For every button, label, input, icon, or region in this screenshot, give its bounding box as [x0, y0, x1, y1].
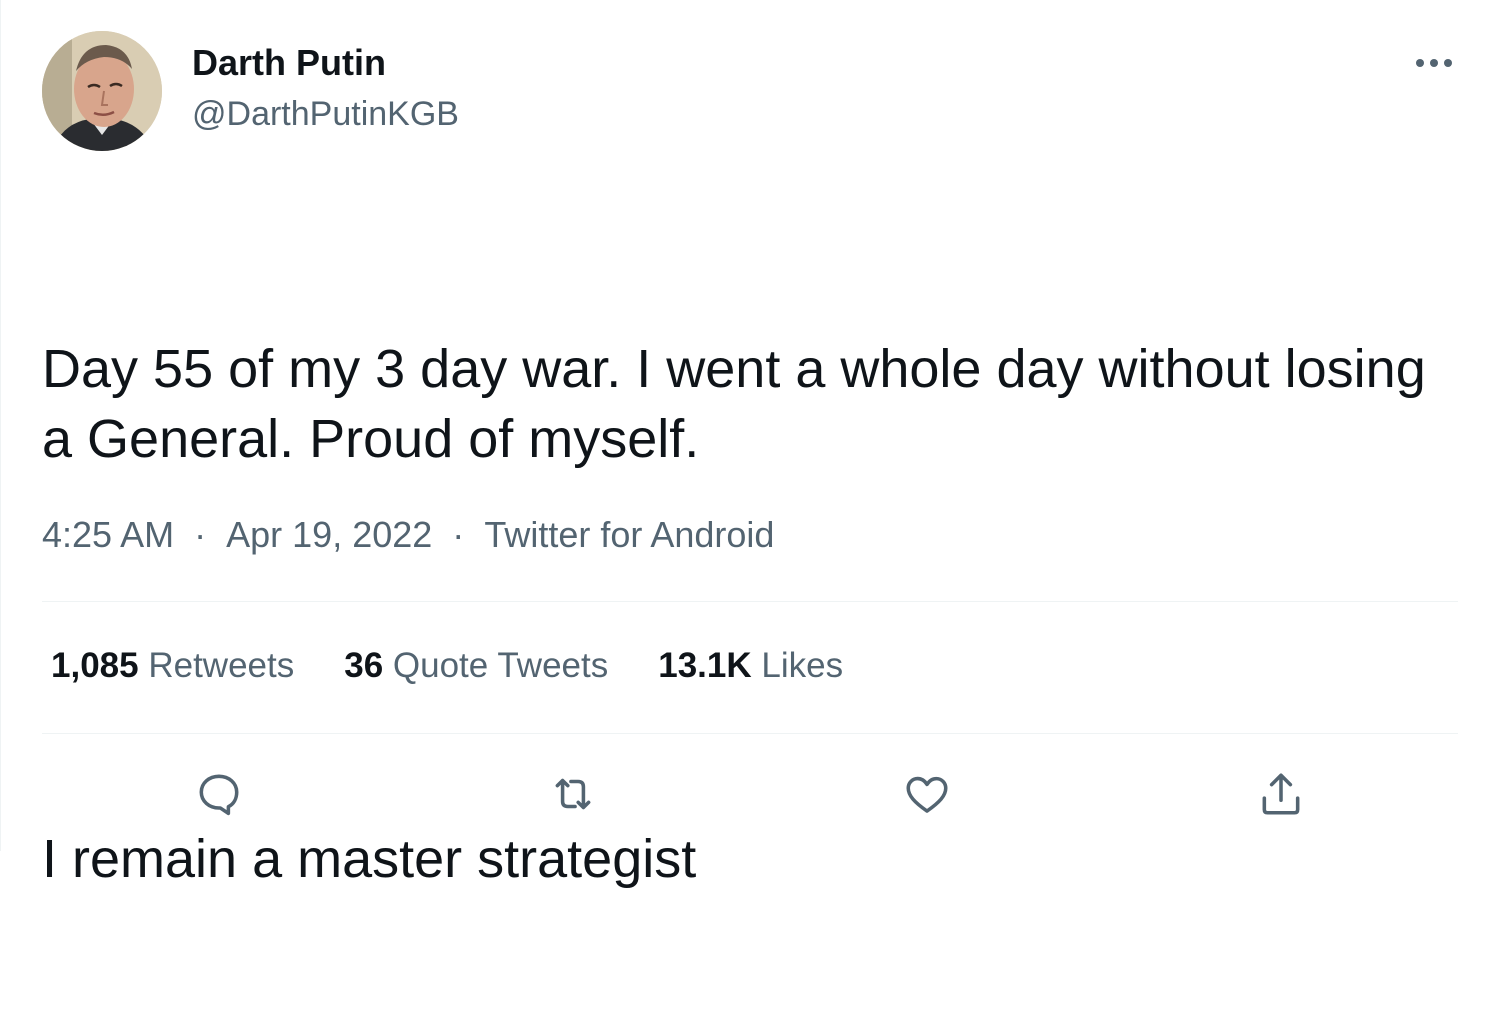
retweets-label: Retweets [148, 646, 295, 685]
divider [42, 601, 1458, 602]
tweet-metadata: 4:25 AM · Apr 19, 2022 · Twitter for And… [42, 514, 774, 556]
reply-icon [199, 774, 239, 816]
more-horizontal-icon [1416, 59, 1452, 67]
divider [42, 733, 1458, 734]
tweet-text: Day 55 of my 3 day war. I went a whole d… [42, 194, 1462, 1034]
quote-tweets-label: Quote Tweets [392, 646, 609, 685]
tweet-paragraph: I remain a master strategist [42, 829, 697, 889]
tweet-paragraph: Day 55 of my 3 day war. I went a whole d… [42, 339, 1441, 469]
likes-count: 13.1K [658, 646, 752, 685]
more-options-button[interactable] [1409, 48, 1459, 78]
share-icon [1262, 773, 1300, 815]
tweet-source[interactable]: Twitter for Android [484, 514, 774, 556]
retweets-count: 1,085 [51, 646, 139, 685]
retweet-button[interactable] [547, 768, 599, 820]
avatar[interactable] [42, 31, 162, 151]
avatar-photo-icon [42, 31, 162, 151]
reply-button[interactable] [193, 768, 245, 820]
tweet-date[interactable]: Apr 19, 2022 [226, 514, 432, 556]
quote-tweets-count: 36 [344, 646, 384, 685]
like-icon [906, 776, 948, 813]
retweets-stat[interactable]: 1,085 Retweets [51, 646, 294, 686]
likes-stat[interactable]: 13.1K Likes [658, 646, 843, 686]
likes-label: Likes [761, 646, 844, 685]
like-button[interactable] [901, 768, 953, 820]
author-display-name[interactable]: Darth Putin [192, 42, 386, 84]
meta-separator: · [452, 514, 465, 555]
retweet-icon [555, 778, 591, 810]
engagement-stats: 1,085 Retweets 36 Quote Tweets 13.1K Lik… [51, 646, 843, 686]
author-handle[interactable]: @DarthPutinKGB [192, 95, 459, 134]
tweet-card: Darth Putin @DarthPutinKGB Day 55 of my … [0, 0, 1496, 889]
meta-separator: · [194, 514, 207, 555]
share-button[interactable] [1255, 768, 1307, 820]
tweet-time[interactable]: 4:25 AM [42, 514, 174, 556]
quote-tweets-stat[interactable]: 36 Quote Tweets [344, 646, 608, 686]
